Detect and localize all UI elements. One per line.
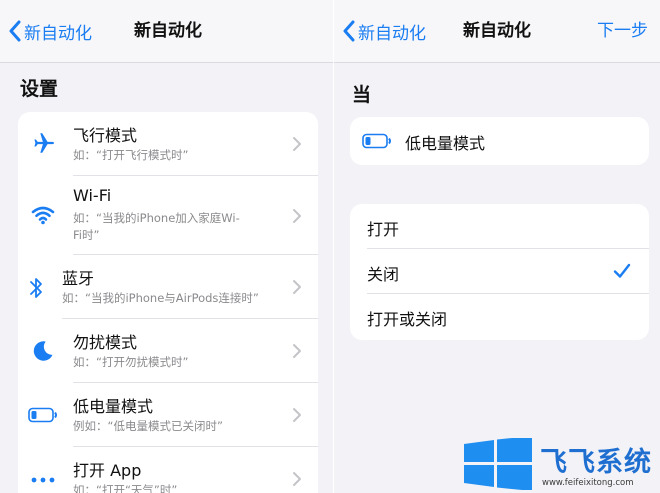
- section-title: 当: [352, 84, 372, 106]
- watermark-url: www.feifeixitong.com: [542, 478, 634, 488]
- list-item-open-app[interactable]: 打开 App 如：“打开“天气”时”: [18, 447, 318, 493]
- item-title: 蓝牙: [62, 269, 95, 288]
- option-label: 关闭: [367, 265, 400, 284]
- options-list: 打开 关闭 打开或关闭: [350, 204, 649, 340]
- option-on[interactable]: 打开: [350, 204, 649, 249]
- chevron-right-icon: [293, 344, 301, 358]
- item-subtitle: 如：“当我的iPhone与AirPods连接时”: [62, 291, 259, 305]
- option-label: 打开或关闭: [367, 310, 448, 329]
- chevron-right-icon: [293, 209, 301, 223]
- item-title: 勿扰模式: [73, 333, 138, 352]
- section-title: 设置: [20, 78, 59, 100]
- trigger-card[interactable]: 低电量模式: [350, 117, 649, 165]
- option-on-or-off[interactable]: 打开或关闭: [350, 294, 649, 339]
- list-item-low-power-mode[interactable]: 低电量模式 例如：“低电量模式已关闭时”: [18, 383, 318, 447]
- watermark-text: 飞飞系统: [540, 447, 652, 478]
- option-label: 打开: [367, 220, 400, 239]
- trigger-label: 低电量模式: [405, 134, 486, 153]
- item-subtitle: 例如：“低电量模式已关闭时”: [73, 419, 223, 433]
- list-item-do-not-disturb[interactable]: 勿扰模式 如：“打开勿扰模式时”: [18, 319, 318, 383]
- chevron-right-icon: [293, 408, 301, 422]
- item-title: 低电量模式: [73, 397, 154, 416]
- item-title: 飞行模式: [73, 126, 138, 145]
- nav-bar: 新自动化 新自动化: [0, 0, 336, 63]
- item-title: Wi-Fi: [73, 186, 112, 205]
- list-item-bluetooth[interactable]: 蓝牙 如：“当我的iPhone与AirPods连接时”: [18, 255, 318, 319]
- airplane-icon: [28, 128, 58, 158]
- item-subtitle: 如：“打开飞行模式时”: [73, 148, 189, 162]
- nav-bar: 新自动化 新自动化 下一步: [334, 0, 660, 63]
- chevron-right-icon: [293, 472, 301, 486]
- list-item-wifi[interactable]: Wi-Fi 如：“当我的iPhone加入家庭Wi-Fi时”: [18, 176, 318, 255]
- chevron-right-icon: [293, 137, 301, 151]
- item-title: 打开 App: [73, 461, 142, 480]
- bluetooth-icon: [24, 273, 48, 303]
- moon-icon: [28, 336, 58, 366]
- item-subtitle: 如：“打开勿扰模式时”: [73, 355, 189, 369]
- more-icon: [28, 465, 58, 493]
- watermark: 飞飞系统 www.feifeixitong.com: [462, 436, 660, 493]
- nav-title: 新自动化: [134, 21, 202, 41]
- settings-list: 飞行模式 如：“打开飞行模式时” Wi-Fi 如：“当我的iPhone加入家庭W…: [18, 112, 318, 493]
- list-item-airplane-mode[interactable]: 飞行模式 如：“打开飞行模式时”: [18, 112, 318, 176]
- wifi-icon: [28, 200, 58, 230]
- settings-panel: 新自动化 新自动化 设置 飞行模式 如：“打开飞行模式时” Wi-Fi 如：“当…: [0, 0, 336, 493]
- option-off[interactable]: 关闭: [350, 249, 649, 294]
- trigger-panel: 新自动化 新自动化 下一步 当 低电量模式 打开 关闭 打开或关闭: [334, 0, 660, 493]
- windows-logo-icon: [464, 438, 532, 490]
- battery-icon: [28, 400, 58, 430]
- chevron-right-icon: [293, 280, 301, 294]
- next-button[interactable]: 下一步: [597, 18, 648, 44]
- checkmark-icon: [613, 263, 631, 278]
- item-subtitle: 如：“打开“天气”时”: [73, 483, 178, 493]
- item-subtitle: 如：“当我的iPhone加入家庭Wi-Fi时”: [73, 211, 240, 242]
- battery-icon: [362, 133, 392, 153]
